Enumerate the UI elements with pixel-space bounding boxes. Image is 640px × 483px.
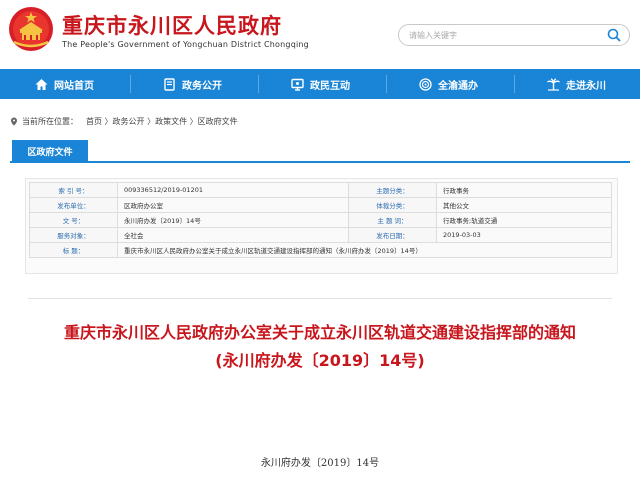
info-label: 服务对象： — [29, 227, 118, 243]
info-value: 009336512/2019-01201 — [117, 182, 349, 198]
breadcrumb-separator: 〉 — [102, 117, 113, 126]
info-label: 体裁分类： — [348, 197, 437, 213]
document-info-table: 索 引 号： 009336512/2019-01201 主题分类： 行政事务 发… — [29, 182, 612, 258]
nav-item-government-affairs[interactable]: 政务公开 — [163, 69, 222, 99]
nav-item-label: 网站首页 — [54, 80, 94, 92]
info-label: 文 号： — [29, 212, 118, 228]
info-value: 2019-03-03 — [436, 227, 612, 243]
info-label: 索 引 号： — [29, 182, 118, 198]
info-value: 永川府办发〔2019〕14号 — [117, 212, 349, 228]
book-icon — [164, 77, 175, 91]
document-title-number: (永川府办发〔2019〕14号) — [215, 351, 425, 370]
search-input[interactable] — [409, 28, 589, 42]
table-row: 发布单位： 区政府办公室 体裁分类： 其他公文 — [29, 197, 612, 213]
info-label: 发布日期： — [348, 227, 437, 243]
site-header: 重庆市永川区人民政府 The People's Government of Yo… — [0, 0, 640, 69]
info-value: 行政事务 — [436, 182, 612, 198]
nav-item-label: 政务公开 — [182, 80, 222, 92]
breadcrumb-prefix: 当前所在位置： — [22, 117, 78, 126]
location-pin-icon — [11, 117, 17, 126]
palm-icon — [547, 77, 560, 91]
nav-item-label: 走进永川 — [566, 80, 606, 92]
site-subtitle: The People's Government of Yongchuan Dis… — [62, 40, 309, 49]
section-tab-underline — [10, 161, 630, 163]
document-title: 重庆市永川区人民政府办公室关于成立永川区轨道交通建设指挥部的通知 — [63, 323, 576, 342]
home-icon — [35, 78, 48, 90]
nav-divider — [386, 75, 387, 93]
nav-item-home[interactable]: 网站首页 — [35, 69, 94, 99]
search-icon[interactable] — [607, 28, 621, 42]
breadcrumb-separator: 〉 — [187, 117, 198, 126]
info-value: 区政府办公室 — [117, 197, 349, 213]
nav-item-interaction[interactable]: 政民互动 — [291, 69, 350, 99]
search-box — [398, 24, 630, 46]
nav-item-about-yongchuan[interactable]: 走进永川 — [547, 69, 606, 99]
breadcrumb-district-docs[interactable]: 区政府文件 — [198, 116, 238, 127]
breadcrumb-policy-docs[interactable]: 政策文件 — [155, 116, 187, 127]
breadcrumb-home[interactable]: 首页 — [86, 116, 102, 127]
breadcrumb-separator: 〉 — [144, 117, 156, 126]
table-row: 服务对象： 全社会 发布日期： 2019-03-03 — [29, 227, 612, 243]
breadcrumb: 当前所在位置： 首页 〉 政务公开 〉 政策文件 〉 区政府文件 — [10, 116, 238, 127]
table-row: 索 引 号： 009336512/2019-01201 主题分类： 行政事务 — [29, 182, 612, 198]
breadcrumb-gov-affairs[interactable]: 政务公开 — [113, 116, 145, 127]
nav-item-quanyu-service[interactable]: 全渝通办 — [419, 69, 478, 99]
nav-item-label: 政民互动 — [310, 80, 350, 92]
info-label: 主题分类： — [348, 182, 437, 198]
signal-icon — [419, 77, 432, 91]
document-number: 永川府办发〔2019〕14号 — [260, 458, 380, 469]
nav-divider — [258, 75, 259, 93]
info-label: 标 题： — [29, 242, 118, 258]
info-title-value: 重庆市永川区人民政府办公室关于成立永川区轨道交通建设指挥部的通知（永川府办发〔2… — [117, 242, 612, 258]
nav-item-label: 全渝通办 — [438, 80, 478, 92]
government-emblem-icon[interactable] — [8, 6, 54, 52]
site-title[interactable]: 重庆市永川区人民政府 — [62, 10, 282, 40]
info-value: 其他公文 — [436, 197, 612, 213]
info-value: 全社会 — [117, 227, 349, 243]
table-row: 文 号： 永川府办发〔2019〕14号 主 题 词： 行政事务;轨道交通 — [29, 212, 612, 228]
nav-divider — [130, 75, 131, 93]
section-tab[interactable]: 区政府文件 — [12, 140, 88, 162]
table-row: 标 题： 重庆市永川区人民政府办公室关于成立永川区轨道交通建设指挥部的通知（永川… — [29, 242, 612, 258]
monitor-icon — [291, 78, 304, 91]
content-divider — [28, 298, 612, 299]
info-label: 发布单位： — [29, 197, 118, 213]
info-label: 主 题 词： — [348, 212, 437, 228]
main-nav: 网站首页 政务公开 政民互动 全渝通办 走进永川 — [0, 69, 640, 99]
info-value: 行政事务;轨道交通 — [436, 212, 612, 228]
nav-divider — [514, 75, 515, 93]
